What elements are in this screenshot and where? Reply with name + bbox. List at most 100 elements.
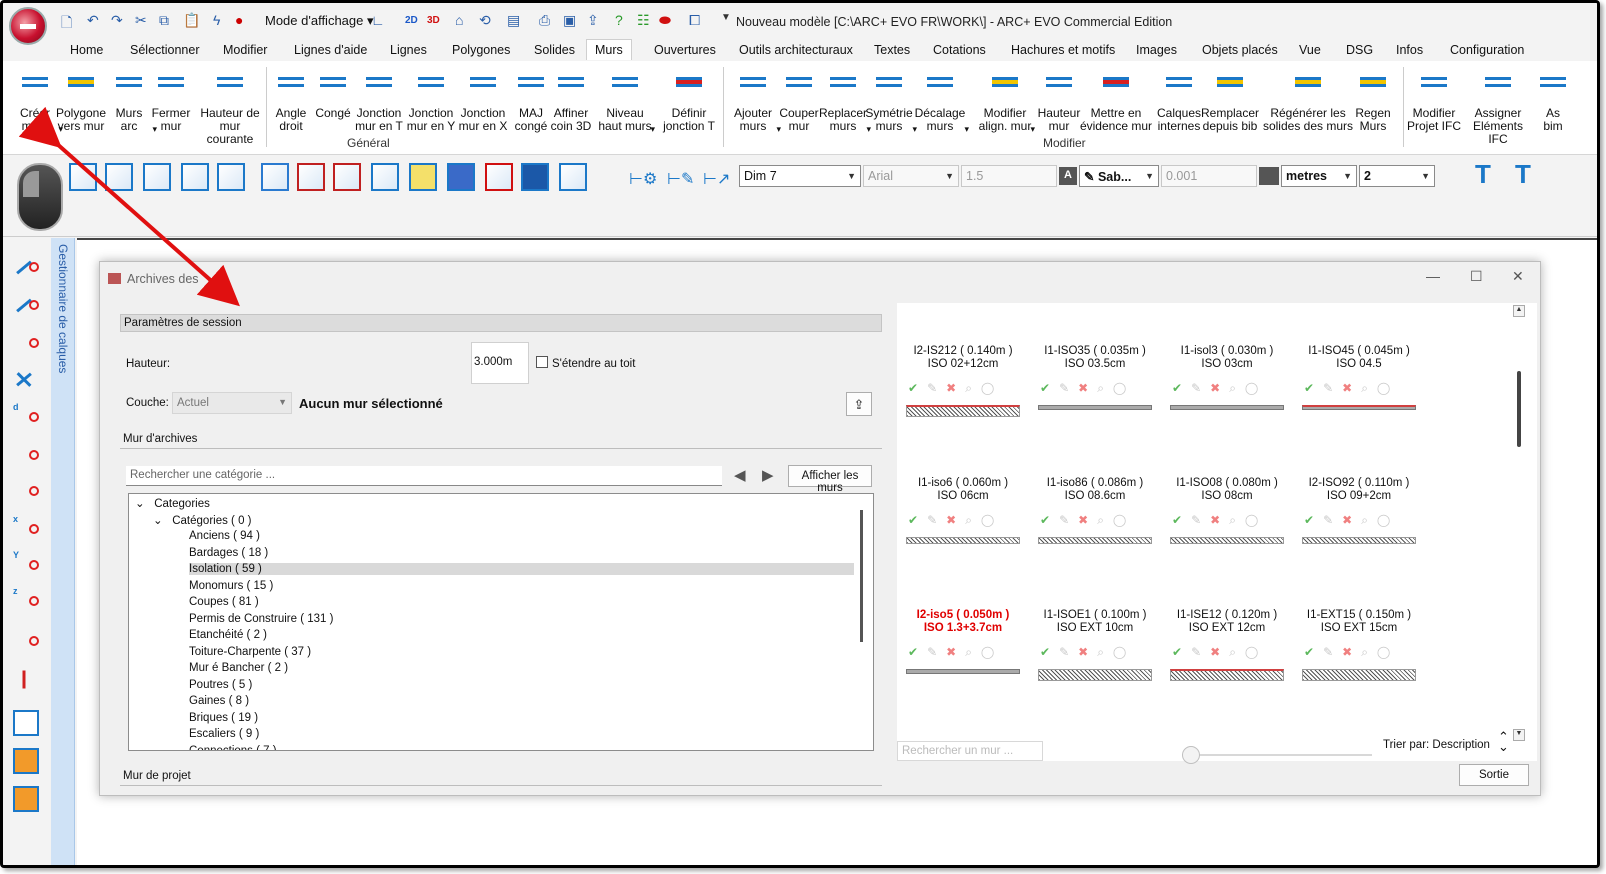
delete-icon[interactable]: ✖	[1342, 381, 1361, 395]
intersect-tool-icon[interactable]	[13, 366, 39, 392]
wall-card[interactable]: I1-iso86 ( 0.086m ) ISO 08.6cm ✔✎✖⌕◯	[1035, 477, 1155, 544]
tab-sélectionner[interactable]: Sélectionner	[130, 43, 200, 57]
arrow-right-icon[interactable]: ▶	[762, 466, 774, 484]
zoom-icon[interactable]: ⌕	[965, 513, 981, 527]
line-point-tool-icon[interactable]	[13, 292, 39, 318]
tab-infos[interactable]: Infos	[1396, 43, 1423, 57]
no-solid-icon[interactable]	[485, 163, 513, 191]
font-select[interactable]: Arial ▼	[863, 165, 959, 187]
ribbon-button-regen-murs[interactable]: Regen Murs	[1343, 65, 1403, 133]
edit-icon[interactable]: ✎	[1059, 381, 1078, 395]
ribbon-button-mettre-en-évidence-mur[interactable]: Mettre en évidence mur	[1079, 65, 1153, 133]
delete-icon[interactable]: ✖	[1078, 513, 1097, 527]
close-icon[interactable]: ✕	[1512, 268, 1524, 285]
height-input[interactable]: 3.000m	[471, 342, 529, 384]
copy-icon[interactable]: ⧉	[159, 12, 169, 29]
edit-icon[interactable]: ✎	[1323, 513, 1342, 527]
zoom-icon[interactable]: ⌕	[1229, 381, 1245, 395]
lightning-icon[interactable]: ϟ	[213, 12, 220, 28]
tab-outils-architecturaux[interactable]: Outils architecturaux	[739, 43, 853, 57]
view-cube-front-icon[interactable]	[69, 163, 97, 191]
wall-card[interactable]: I2-iso5 ( 0.050m ) ISO 1.3+3.7cm ✔✎✖⌕◯	[903, 609, 1023, 674]
show-walls-button[interactable]: Afficher les murs	[788, 465, 872, 494]
edit-icon[interactable]: ✎	[1059, 645, 1078, 659]
wall-card[interactable]: I1-iso6 ( 0.060m ) ISO 06cm ✔✎✖⌕◯	[903, 477, 1023, 544]
category-search-input[interactable]: Rechercher une catégorie ...	[126, 466, 722, 486]
info-icon[interactable]: ◯	[1113, 645, 1135, 659]
color-swatch[interactable]	[1259, 167, 1279, 185]
check-icon[interactable]: ✔	[1040, 513, 1059, 527]
view-cube-back-icon[interactable]	[217, 163, 245, 191]
y-point-icon[interactable]: Y	[13, 550, 39, 578]
save-icon[interactable]: ▣	[563, 12, 576, 29]
minimize-icon[interactable]: —	[1426, 268, 1440, 284]
tree-category-item[interactable]: Bardages ( 18 )	[189, 547, 268, 559]
zoom-icon[interactable]: ⌕	[965, 645, 981, 659]
tree-category-item[interactable]: Connections ( 7 )	[189, 745, 277, 751]
delete-icon[interactable]: ✖	[946, 645, 965, 659]
info-icon[interactable]: ◯	[1245, 645, 1267, 659]
delete-icon[interactable]: ✖	[1210, 645, 1229, 659]
section-tool-2-icon[interactable]	[297, 163, 325, 191]
tab-lignes-d-aide[interactable]: Lignes d'aide	[294, 43, 367, 57]
ribbon-button-hauteur-de-mur-courante[interactable]: Hauteur de mur courante	[195, 65, 265, 146]
delete-icon[interactable]: ✖	[946, 513, 965, 527]
library-scrollbar[interactable]: ▲ ▼	[1513, 305, 1525, 759]
ucs-icon[interactable]: ∟	[371, 12, 385, 28]
tab-lignes[interactable]: Lignes	[390, 43, 427, 57]
check-icon[interactable]: ✔	[1040, 381, 1059, 395]
ribbon-button-remplacer-depuis-bib[interactable]: Remplacer depuis bib	[1195, 65, 1265, 133]
tab-solides[interactable]: Solides	[534, 43, 575, 57]
wall-card[interactable]: I1-isol3 ( 0.030m ) ISO 03cm ✔✎✖⌕◯	[1167, 345, 1287, 410]
ribbon-button-jonction-mur-en-t[interactable]: Jonction mur en T	[349, 65, 409, 133]
ribbon-button-affiner-coin-3d[interactable]: Affiner coin 3D	[541, 65, 601, 133]
scroll-thumb[interactable]	[1517, 371, 1521, 447]
info-icon[interactable]: ◯	[981, 513, 1003, 527]
document-icon[interactable]: ▤	[507, 12, 520, 29]
tree-category-item[interactable]: Isolation ( 59 )	[189, 563, 854, 575]
refresh-icon[interactable]: ⟲	[479, 12, 491, 29]
x-point-icon[interactable]: x	[13, 514, 39, 542]
light-view-icon[interactable]	[409, 163, 437, 191]
ribbon-button-jonction-mur-en-y[interactable]: Jonction mur en Y	[401, 65, 461, 133]
point-tool-icon[interactable]	[13, 330, 39, 356]
ribbon-button-régénérer-les-solides-des-murs[interactable]: Régénérer les solides des murs	[1261, 65, 1355, 133]
block-view-icon[interactable]	[521, 163, 549, 191]
arrow-left-icon[interactable]: ◀	[734, 466, 746, 484]
section-delete-icon[interactable]	[333, 163, 361, 191]
sort-toggle-icon[interactable]: ⌃ ⌄	[1498, 730, 1509, 753]
wall-card[interactable]: I1-ISE12 ( 0.120m ) ISO EXT 12cm ✔✎✖⌕◯	[1167, 609, 1287, 681]
text-edit-icon[interactable]: T	[1515, 159, 1531, 190]
info-icon[interactable]: ◯	[1377, 513, 1399, 527]
tree-category-item[interactable]: Mur é Bancher ( 2 )	[189, 662, 288, 674]
help-icon[interactable]: ?	[615, 12, 623, 28]
check-icon[interactable]: ✔	[1172, 381, 1191, 395]
tree-category-item[interactable]: Briques ( 19 )	[189, 712, 258, 724]
ribbon-button-modifier-align-mur[interactable]: Modifier align. mur ▾	[973, 65, 1037, 134]
grid-icon[interactable]: ☷	[637, 12, 650, 29]
cut-icon[interactable]: ✂	[135, 12, 147, 29]
check-icon[interactable]: ✔	[1172, 645, 1191, 659]
dim-settings-icon[interactable]: ⊢⚙	[629, 169, 657, 189]
wall-card[interactable]: I2-ISO92 ( 0.110m ) ISO 09+2cm ✔✎✖⌕◯	[1299, 477, 1419, 544]
section-tool-icon[interactable]	[261, 163, 289, 191]
wall-card[interactable]: I1-ISO08 ( 0.080m ) ISO 08cm ✔✎✖⌕◯	[1167, 477, 1287, 544]
edit-icon[interactable]: ✎	[1191, 381, 1210, 395]
tab-home[interactable]: Home	[70, 43, 103, 57]
delete-icon[interactable]: ✖	[1342, 513, 1361, 527]
tab-dsg[interactable]: DSG	[1346, 43, 1373, 57]
ribbon-button-modifier-projet-ifc[interactable]: Modifier Projet IFC	[1403, 65, 1465, 133]
text-settings-icon[interactable]: T	[1475, 159, 1491, 190]
scroll-up-icon[interactable]: ▲	[1513, 305, 1525, 317]
check-icon[interactable]: ✔	[1040, 645, 1059, 659]
info-icon[interactable]: ◯	[1377, 645, 1399, 659]
wall-card[interactable]: I2-IS212 ( 0.140m ) ISO 02+12cm ✔✎✖⌕◯	[903, 345, 1023, 417]
arc-tool-icon[interactable]	[13, 478, 39, 504]
scroll-down-icon[interactable]: ▼	[1513, 729, 1525, 741]
ribbon-button-fermer-mur[interactable]: Fermer mur	[141, 65, 201, 133]
info-icon[interactable]: ◯	[1113, 381, 1135, 395]
tree-category-item[interactable]: Toiture-Charpente ( 37 )	[189, 646, 311, 658]
view-2d-button[interactable]: 2D	[405, 15, 418, 26]
info-icon[interactable]: ◯	[1245, 513, 1267, 527]
tab-textes[interactable]: Textes	[874, 43, 910, 57]
